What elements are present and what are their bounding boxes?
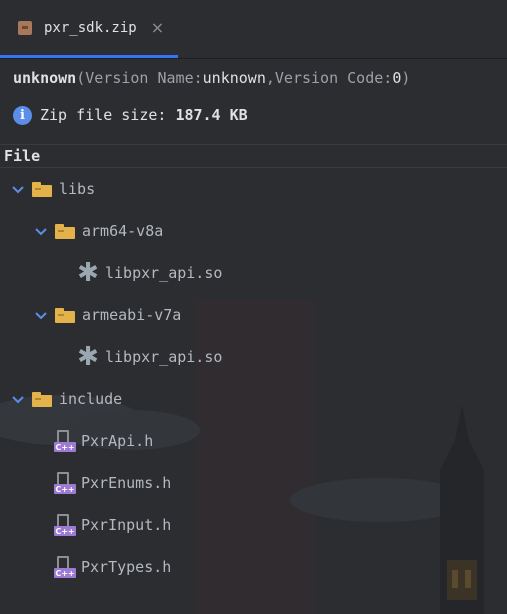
column-header-file[interactable]: File bbox=[0, 144, 507, 168]
apk-summary: unknown (Version Name: unknown, Version … bbox=[0, 59, 507, 96]
tree-item-libpxr-api-so-armeabi[interactable]: ✱ libpxr_api.so bbox=[0, 336, 507, 378]
tree-item-label: PxrApi.h bbox=[81, 432, 154, 450]
tree-item-pxrapi-h[interactable]: C++ PxrApi.h bbox=[0, 420, 507, 462]
unknown-file-icon: ✱ bbox=[77, 258, 99, 288]
app-name: unknown bbox=[13, 68, 77, 87]
folder-icon bbox=[55, 307, 75, 323]
cpp-header-icon: C++ bbox=[54, 472, 76, 494]
tree-item-pxrenums-h[interactable]: C++ PxrEnums.h bbox=[0, 462, 507, 504]
zip-archive-icon bbox=[18, 20, 32, 35]
tree-item-libpxr-api-so-arm64[interactable]: ✱ libpxr_api.so bbox=[0, 252, 507, 294]
tree-item-pxrtypes-h[interactable]: C++ PxrTypes.h bbox=[0, 546, 507, 588]
folder-icon bbox=[32, 181, 52, 197]
version-code-label: Version Code: bbox=[274, 68, 393, 87]
tree-item-armeabi-v7a[interactable]: armeabi-v7a bbox=[0, 294, 507, 336]
paren-close: ) bbox=[401, 68, 411, 87]
chevron-down-icon[interactable] bbox=[33, 223, 49, 239]
info-icon: i bbox=[13, 105, 32, 125]
tree-item-label: PxrInput.h bbox=[81, 516, 172, 534]
tree-item-label: libpxr_api.so bbox=[105, 264, 223, 282]
tree-item-label: libs bbox=[59, 180, 96, 198]
cpp-header-icon: C++ bbox=[54, 514, 76, 536]
zip-size-line: i Zip file size: 187.4 KB bbox=[0, 96, 507, 134]
version-code-value: 0 bbox=[392, 68, 402, 87]
cpp-header-icon: C++ bbox=[54, 430, 76, 452]
chevron-down-icon[interactable] bbox=[10, 391, 26, 407]
tree-item-label: libpxr_api.so bbox=[105, 348, 223, 366]
unknown-file-icon: ✱ bbox=[77, 342, 99, 372]
separator: , bbox=[265, 68, 275, 87]
zip-size-label: Zip file size: bbox=[40, 106, 167, 124]
tree-item-label: include bbox=[59, 390, 123, 408]
file-tree: libs arm64-v8a ✱ libpxr_api.so armeabi-v… bbox=[0, 168, 507, 588]
tree-item-pxrinput-h[interactable]: C++ PxrInput.h bbox=[0, 504, 507, 546]
tree-item-include[interactable]: include bbox=[0, 378, 507, 420]
folder-icon bbox=[32, 391, 52, 407]
tab-label: pxr_sdk.zip bbox=[44, 19, 137, 36]
chevron-down-icon[interactable] bbox=[10, 181, 26, 197]
close-icon[interactable]: × bbox=[151, 18, 164, 37]
tab-pxr-sdk-zip[interactable]: pxr_sdk.zip × bbox=[0, 0, 178, 58]
version-name-value: unknown bbox=[202, 68, 266, 87]
tree-item-label: arm64-v8a bbox=[82, 222, 164, 240]
tree-item-label: PxrEnums.h bbox=[81, 474, 172, 492]
chevron-down-icon[interactable] bbox=[33, 307, 49, 323]
tree-item-arm64-v8a[interactable]: arm64-v8a bbox=[0, 210, 507, 252]
tree-item-label: PxrTypes.h bbox=[81, 558, 172, 576]
folder-icon bbox=[55, 223, 75, 239]
tree-item-libs[interactable]: libs bbox=[0, 168, 507, 210]
tab-bar: pxr_sdk.zip × bbox=[0, 0, 507, 59]
zip-size-value: 187.4 KB bbox=[175, 106, 248, 124]
paren-open: ( bbox=[76, 68, 86, 87]
cpp-header-icon: C++ bbox=[54, 556, 76, 578]
version-name-label: Version Name: bbox=[85, 68, 203, 87]
tree-item-label: armeabi-v7a bbox=[82, 306, 182, 324]
